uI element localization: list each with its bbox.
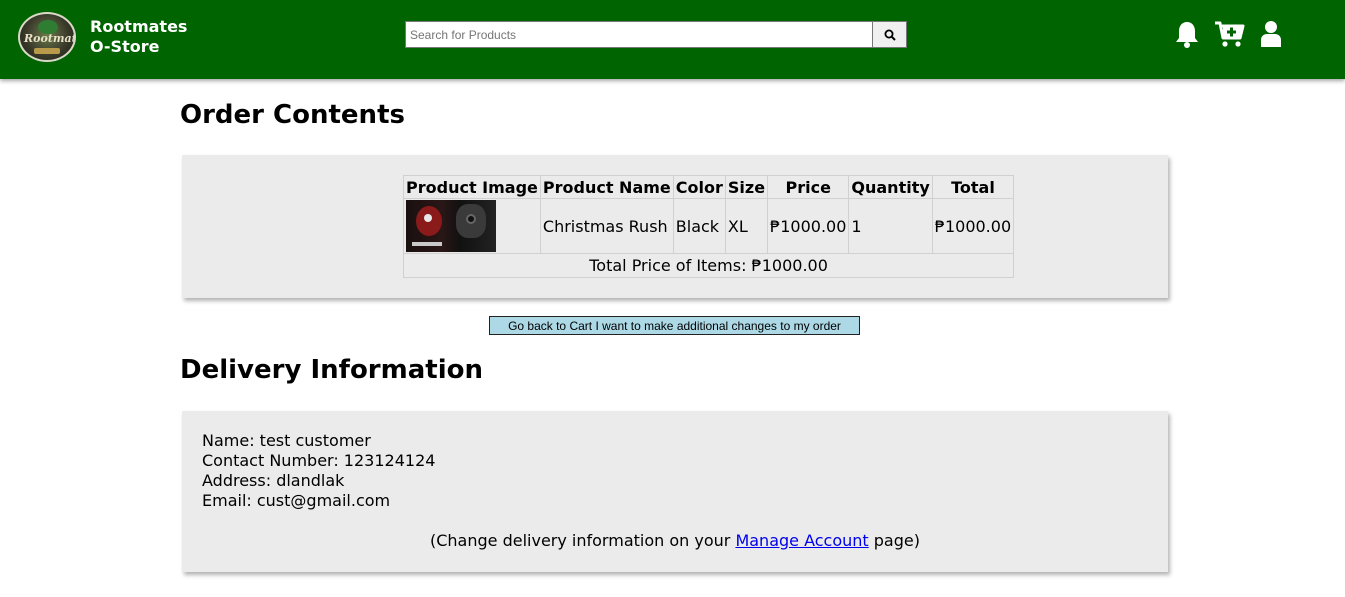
- column-header: Price: [767, 175, 850, 199]
- product-image: [406, 200, 496, 252]
- user-icon[interactable]: [1259, 20, 1283, 52]
- column-header: Total: [931, 175, 1015, 199]
- email: Email: cust@gmail.com: [202, 491, 391, 510]
- column-header: Size: [724, 175, 769, 199]
- product-price: ₱1000.00: [767, 198, 850, 254]
- note-prefix: (Change delivery information on your: [430, 531, 736, 550]
- search-button[interactable]: [872, 21, 907, 48]
- address: Address: dlandlak: [202, 471, 345, 490]
- logo-text: Rootmates: [24, 32, 74, 45]
- search-input[interactable]: [405, 21, 873, 48]
- product-name: Christmas Rush: [539, 198, 674, 254]
- bell-icon[interactable]: [1174, 20, 1200, 52]
- store-logo[interactable]: Rootmates: [18, 12, 76, 62]
- order-table: Product Image Product Name Color Size Pr…: [402, 175, 1015, 278]
- note-suffix: page): [868, 531, 920, 550]
- search-icon: [884, 29, 896, 41]
- customer-name: Name: test customer: [202, 431, 371, 450]
- column-header: Product Image: [403, 175, 541, 199]
- total-row: Total Price of Items: ₱1000.00: [402, 253, 1015, 278]
- back-to-cart-button[interactable]: Go back to Cart I want to make additiona…: [489, 316, 860, 335]
- table-header-row: Product Image Product Name Color Size Pr…: [403, 175, 1015, 199]
- delivery-details: Name: test customer Contact Number: 1231…: [202, 431, 435, 511]
- delivery-info-heading: Delivery Information: [180, 355, 483, 385]
- product-color: Black: [672, 198, 726, 254]
- cart-plus-icon[interactable]: [1214, 20, 1246, 52]
- logo-band: [34, 48, 60, 54]
- column-header: Quantity: [848, 175, 933, 199]
- column-header: Color: [672, 175, 726, 199]
- top-navbar: Rootmates Rootmates O-Store: [0, 0, 1345, 79]
- brand-name[interactable]: Rootmates O-Store: [90, 17, 210, 57]
- change-delivery-note: (Change delivery information on your Man…: [182, 531, 1168, 551]
- product-size: XL: [724, 198, 769, 254]
- brand-line-2: O-Store: [90, 37, 160, 56]
- table-row: Christmas Rush Black XL ₱1000.00 1 ₱1000…: [403, 198, 1015, 254]
- product-quantity: 1: [848, 198, 933, 254]
- total-price-label: Total Price of Items: ₱1000.00: [402, 253, 1015, 278]
- column-header: Product Name: [539, 175, 674, 199]
- brand-line-1: Rootmates: [90, 17, 188, 36]
- manage-account-link[interactable]: Manage Account: [735, 531, 868, 550]
- product-total: ₱1000.00: [931, 198, 1015, 254]
- contact-number: Contact Number: 123124124: [202, 451, 436, 470]
- order-contents-heading: Order Contents: [180, 100, 405, 130]
- search-bar: [405, 21, 907, 48]
- product-image-cell: [403, 198, 541, 254]
- order-contents-panel: Product Image Product Name Color Size Pr…: [182, 155, 1168, 298]
- delivery-info-panel: Name: test customer Contact Number: 1231…: [182, 411, 1168, 572]
